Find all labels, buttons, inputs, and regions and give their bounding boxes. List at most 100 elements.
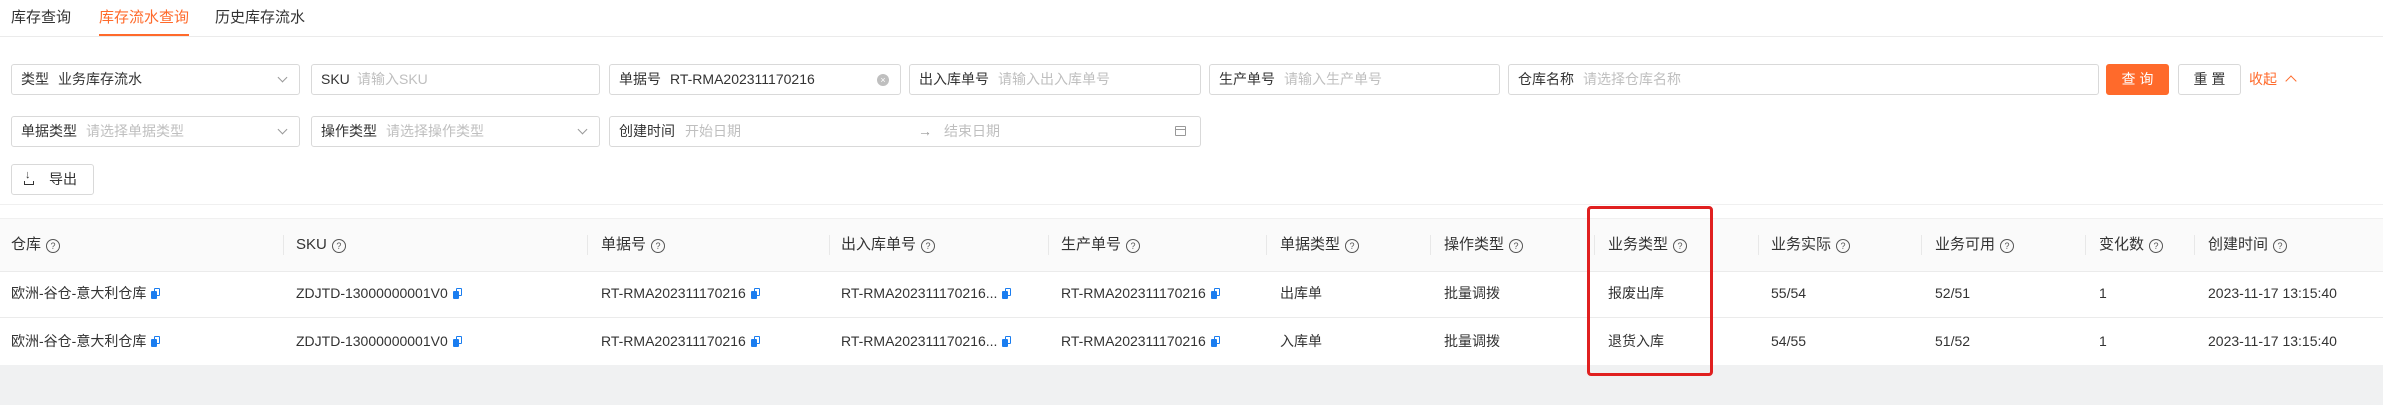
cell-available: 52/51 xyxy=(1935,285,1971,301)
collapse-toggle[interactable]: 收起 xyxy=(2249,64,2297,95)
column-divider xyxy=(1048,235,1049,255)
tab-inventory-flow-query[interactable]: 库存流水查询 xyxy=(99,0,190,36)
col-header-created: 创建时间? xyxy=(2208,219,2288,271)
section-divider xyxy=(0,204,2383,205)
cell-prod-no: RT-RMA202311170216 xyxy=(1061,270,1220,317)
warehouse-select[interactable]: 仓库名称 请选择仓库名称 xyxy=(1508,64,2099,95)
copy-icon[interactable] xyxy=(151,336,161,347)
type-value: 业务库存流水 xyxy=(58,71,142,87)
help-icon[interactable]: ? xyxy=(1673,239,1688,253)
copy-icon[interactable] xyxy=(750,288,760,299)
cell-op-type: 批量调拨 xyxy=(1444,285,1500,301)
doc-type-label: 单据类型 xyxy=(21,123,77,139)
io-no-label: 出入库单号 xyxy=(919,71,989,87)
column-divider xyxy=(1266,235,1267,255)
cell-op-type: 批量调拨 xyxy=(1444,333,1500,349)
tab-inventory-query[interactable]: 库存查询 xyxy=(11,0,71,36)
help-icon[interactable]: ? xyxy=(921,239,936,253)
io-no-input[interactable]: 出入库单号 请输入出入库单号 xyxy=(909,64,1201,95)
help-icon[interactable]: ? xyxy=(331,239,346,253)
prod-no-input[interactable]: 生产单号 请输入生产单号 xyxy=(1209,64,1500,95)
copy-icon[interactable] xyxy=(1210,288,1220,299)
cell-doc-no: RT-RMA202311170216 xyxy=(601,318,760,365)
download-icon xyxy=(24,169,34,185)
op-type-select[interactable]: 操作类型 请选择操作类型 xyxy=(311,116,600,147)
chevron-down-icon xyxy=(276,65,290,94)
column-divider xyxy=(2085,235,2086,255)
cell-created: 2023-11-17 13:15:40 xyxy=(2208,285,2337,301)
col-header-prod-no: 生产单号? xyxy=(1061,219,1141,271)
warehouse-label: 仓库名称 xyxy=(1518,71,1574,87)
cell-doc-type: 入库单 xyxy=(1280,333,1322,349)
arrow-right-icon: → xyxy=(918,123,932,139)
table-row: 欧洲-谷仓-意大利仓库 ZDJTD-13000000001V0 RT-RMA20… xyxy=(0,318,2383,366)
column-divider xyxy=(1921,235,1922,255)
op-type-placeholder: 请选择操作类型 xyxy=(386,123,484,139)
doc-type-select[interactable]: 单据类型 请选择单据类型 xyxy=(11,116,300,147)
cell-sku: ZDJTD-13000000001V0 xyxy=(296,318,462,365)
column-divider xyxy=(2194,235,2195,255)
cell-actual: 54/55 xyxy=(1771,333,1807,349)
sku-input[interactable]: SKU 请输入SKU xyxy=(311,64,600,95)
created-label: 创建时间 xyxy=(619,123,675,139)
column-divider xyxy=(1594,235,1595,255)
help-icon[interactable]: ? xyxy=(1126,239,1141,253)
column-divider xyxy=(283,235,284,255)
export-button[interactable]: 导出 xyxy=(11,164,94,195)
sku-placeholder: 请输入SKU xyxy=(357,71,428,87)
cell-doc-type: 出库单 xyxy=(1280,285,1322,301)
copy-icon[interactable] xyxy=(1002,288,1012,299)
cell-available: 51/52 xyxy=(1935,333,1971,349)
doc-no-label: 单据号 xyxy=(619,71,661,87)
created-date-range[interactable]: 创建时间 开始日期 → 结束日期 xyxy=(609,116,1201,147)
tab-underline-divider xyxy=(0,36,2383,37)
cell-biz-type: 报废出库 xyxy=(1608,285,1664,301)
column-divider xyxy=(829,235,830,255)
copy-icon[interactable] xyxy=(452,336,462,347)
help-icon[interactable]: ? xyxy=(1836,239,1851,253)
help-icon[interactable]: ? xyxy=(2000,239,2015,253)
help-icon[interactable]: ? xyxy=(1509,239,1524,253)
copy-icon[interactable] xyxy=(1210,336,1220,347)
copy-icon[interactable] xyxy=(1002,336,1012,347)
cell-actual: 55/54 xyxy=(1771,285,1807,301)
clear-icon[interactable]: × xyxy=(877,74,889,86)
end-date-placeholder: 结束日期 xyxy=(944,123,1000,139)
tab-bar: 库存查询 库存流水查询 历史库存流水 xyxy=(0,0,2383,44)
cell-io-no: RT-RMA202311170216... xyxy=(841,270,1012,317)
chevron-down-icon xyxy=(276,117,290,146)
chevron-down-icon xyxy=(576,117,590,146)
search-button[interactable]: 查 询 xyxy=(2106,64,2169,95)
copy-icon[interactable] xyxy=(750,336,760,347)
cell-change: 1 xyxy=(2099,333,2107,349)
col-header-biz-type: 业务类型? xyxy=(1608,219,1688,271)
export-label: 导出 xyxy=(49,171,77,187)
cell-sku: ZDJTD-13000000001V0 xyxy=(296,270,462,317)
col-header-doc-no: 单据号? xyxy=(601,219,666,271)
help-icon[interactable]: ? xyxy=(1345,239,1360,253)
copy-icon[interactable] xyxy=(452,288,462,299)
help-icon[interactable]: ? xyxy=(651,239,666,253)
prod-no-placeholder: 请输入生产单号 xyxy=(1284,71,1382,87)
cell-warehouse: 欧洲-谷仓-意大利仓库 xyxy=(11,270,161,317)
col-header-actual: 业务实际? xyxy=(1771,219,1851,271)
doc-no-input[interactable]: 单据号 RT-RMA202311170216 × xyxy=(609,64,901,95)
copy-icon[interactable] xyxy=(151,288,161,299)
chevron-up-icon xyxy=(2285,75,2297,87)
calendar-icon xyxy=(1175,126,1186,136)
col-header-op-type: 操作类型? xyxy=(1444,219,1524,271)
help-icon[interactable]: ? xyxy=(2149,239,2164,253)
help-icon[interactable]: ? xyxy=(46,239,61,253)
cell-biz-type: 退货入库 xyxy=(1608,333,1664,349)
help-icon[interactable]: ? xyxy=(2273,239,2288,253)
cell-io-no: RT-RMA202311170216... xyxy=(841,318,1012,365)
column-divider xyxy=(1758,235,1759,255)
doc-no-value: RT-RMA202311170216 xyxy=(670,71,815,87)
cell-doc-no: RT-RMA202311170216 xyxy=(601,270,760,317)
start-date-placeholder: 开始日期 xyxy=(685,123,741,139)
reset-button[interactable]: 重 置 xyxy=(2178,64,2241,95)
column-divider xyxy=(587,235,588,255)
tab-history-inventory-flow[interactable]: 历史库存流水 xyxy=(215,0,305,36)
type-label: 类型 xyxy=(21,71,49,87)
type-select[interactable]: 类型 业务库存流水 xyxy=(11,64,300,95)
